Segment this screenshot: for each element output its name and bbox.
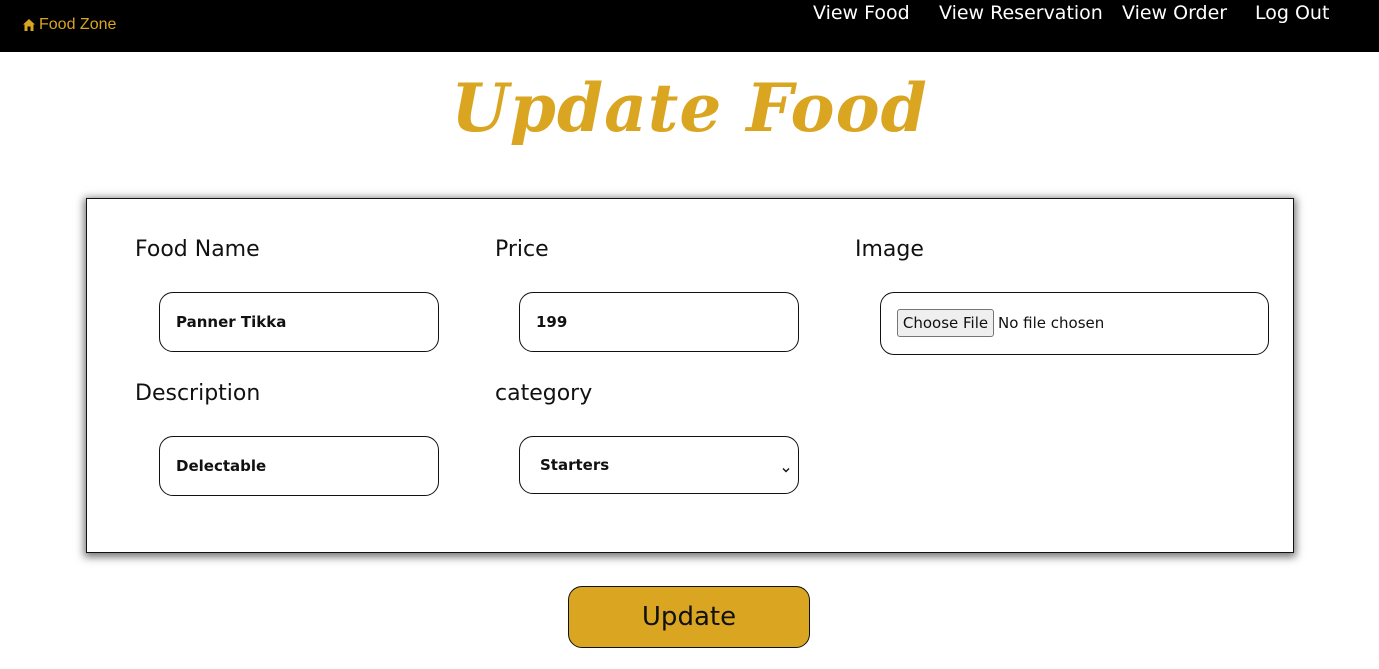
- update-food-form: Food Name Price Image Choose File No fil…: [86, 198, 1294, 553]
- file-status-text: No file chosen: [998, 314, 1105, 332]
- image-file-input[interactable]: Choose File No file chosen: [880, 292, 1269, 355]
- description-input[interactable]: [159, 436, 439, 496]
- price-label: Price: [495, 237, 549, 262]
- category-select[interactable]: Starters: [519, 436, 799, 494]
- image-label: Image: [855, 237, 924, 262]
- brand-label: Food Zone: [39, 16, 117, 33]
- category-label: category: [495, 381, 593, 406]
- food-name-input[interactable]: [159, 292, 439, 352]
- price-input[interactable]: [519, 292, 799, 352]
- nav-view-order[interactable]: View Order: [1122, 0, 1227, 26]
- update-button[interactable]: Update: [568, 586, 810, 648]
- food-name-label: Food Name: [135, 237, 260, 262]
- category-selected-value: Starters: [540, 456, 610, 474]
- navbar: Food Zone View Food View Reservation Vie…: [0, 0, 1379, 52]
- choose-file-button[interactable]: Choose File: [897, 309, 994, 337]
- nav-log-out[interactable]: Log Out: [1255, 0, 1329, 26]
- home-icon: [22, 18, 36, 32]
- page-title: Update Food: [451, 69, 928, 147]
- nav-view-food[interactable]: View Food: [813, 0, 910, 26]
- brand-link[interactable]: Food Zone: [22, 15, 116, 35]
- nav-view-reservation[interactable]: View Reservation: [939, 0, 1103, 26]
- description-label: Description: [135, 381, 261, 406]
- chevron-down-icon: [782, 460, 790, 473]
